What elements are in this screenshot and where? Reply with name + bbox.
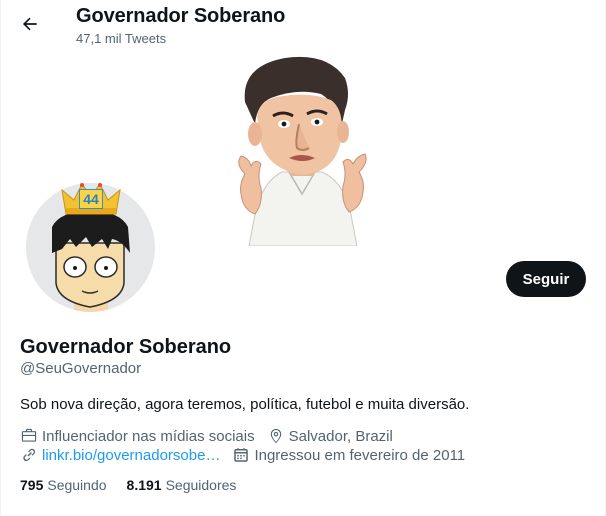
profile-location-text: Salvador, Brazil — [288, 427, 393, 445]
profile-joined-text: Ingressou em fevereiro de 2011 — [254, 446, 466, 464]
profile-joined: Ingressou em fevereiro de 2011 — [232, 446, 465, 464]
profile-header: Governador Soberano 47,1 mil Tweets — [1, 0, 606, 56]
follow-button[interactable]: Seguir — [506, 261, 586, 297]
followers-count: 8.191 — [126, 477, 162, 493]
profile-handle: @SeuGovernador — [20, 360, 142, 377]
profile-name: Governador Soberano — [20, 336, 232, 358]
tweet-count: 47,1 mil Tweets — [76, 31, 167, 46]
header-title: Governador Soberano — [76, 5, 286, 27]
back-arrow-icon — [22, 17, 37, 31]
profile-bio: Sob nova direção, agora teremos, polític… — [20, 396, 470, 413]
profile-location: Salvador, Brazil — [267, 427, 393, 445]
following-label: Seguindo — [47, 477, 107, 493]
following-count: 795 — [20, 477, 44, 493]
profile-avatar[interactable]: 44 — [23, 180, 158, 315]
briefcase-icon — [21, 428, 37, 442]
profile-link[interactable]: linkr.bio/governadorsobe… — [20, 446, 220, 464]
profile-category-text: Influenciador nas mídias sociais — [42, 427, 255, 445]
profile-meta-row-2: linkr.bio/governadorsobe… Ingressou em f… — [20, 445, 477, 465]
calendar-icon — [234, 448, 249, 462]
profile-category: Influenciador nas mídias sociais — [20, 427, 255, 445]
followers-stat[interactable]: 8.191 Seguidores — [127, 477, 237, 493]
location-pin-icon — [270, 428, 281, 444]
profile-link-text[interactable]: linkr.bio/governadorsobe… — [42, 447, 220, 464]
profile-page: Governador Soberano 47,1 mil Tweets 44 S… — [0, 0, 606, 516]
following-stat[interactable]: 795 Seguindo — [20, 477, 107, 493]
avatar-badge: 44 — [79, 189, 103, 209]
link-icon — [23, 448, 36, 462]
profile-banner[interactable] — [227, 54, 377, 246]
profile-meta-row-1: Influenciador nas mídias sociais Salvado… — [20, 426, 405, 446]
followers-label: Seguidores — [165, 477, 237, 493]
back-button[interactable] — [15, 9, 45, 39]
profile-stats: 795 Seguindo 8.191 Seguidores — [20, 477, 256, 493]
